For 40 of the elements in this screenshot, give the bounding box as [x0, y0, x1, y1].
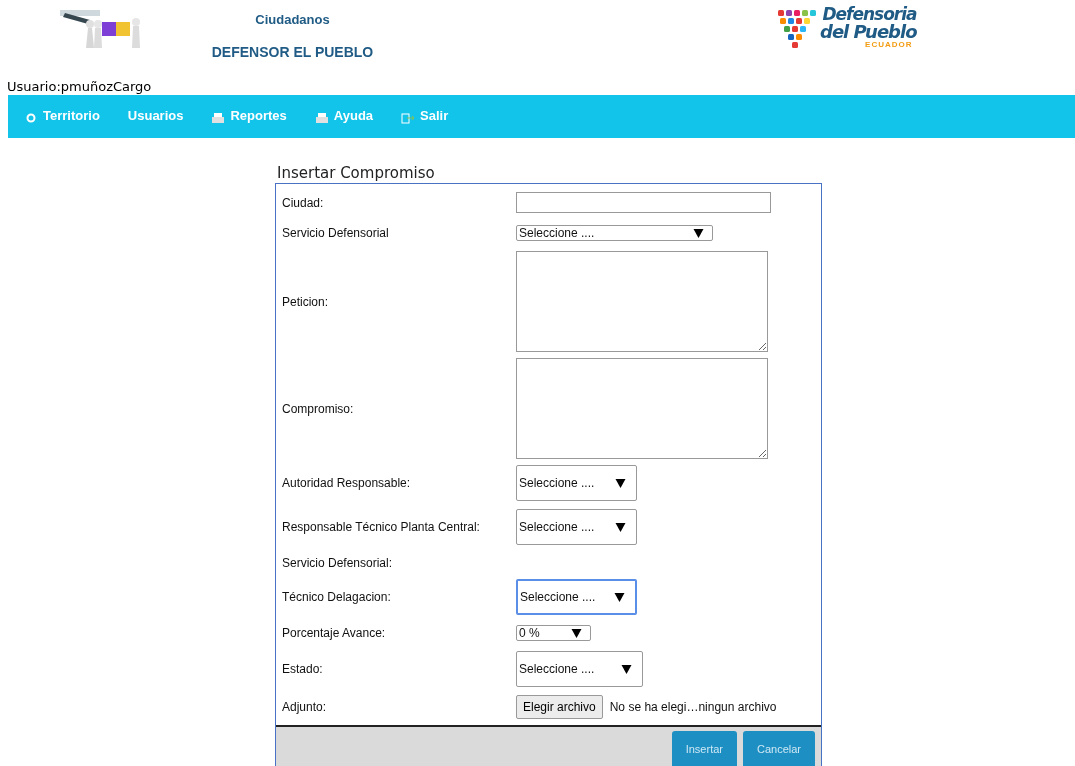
file-status: No se ha elegi…ningun archivo	[609, 700, 777, 714]
caret-icon	[693, 228, 704, 238]
printer-icon	[314, 111, 329, 124]
field-label: Peticion:	[282, 294, 330, 309]
dropdown[interactable]: Seleccione ....	[516, 509, 637, 545]
logo-icon	[778, 10, 818, 50]
field-label: Estado:	[282, 662, 324, 676]
field-label: Responsable Técnico Planta Central:	[282, 520, 481, 534]
site-title: Ciudadanos	[255, 12, 330, 27]
dropdown[interactable]: Seleccione ....	[516, 651, 643, 687]
field-label: Ciudad:	[282, 195, 325, 210]
caret-icon	[571, 628, 582, 638]
form-title: Insertar Compromiso	[277, 164, 436, 183]
exit-icon	[401, 111, 416, 124]
field-label: Servicio Defensorial	[282, 226, 390, 240]
logo-text: Defensoria	[822, 6, 917, 23]
caret-icon	[621, 664, 632, 674]
choose-file-button[interactable]: Elegir archivo	[516, 695, 603, 719]
gear-icon	[24, 111, 38, 124]
dropdown[interactable]: Seleccione ....	[516, 465, 637, 501]
dropdown[interactable]: Seleccione ....	[516, 579, 637, 615]
logo-text: del Pueblo	[820, 23, 917, 40]
text-area[interactable]	[516, 251, 768, 352]
text-field[interactable]	[516, 192, 771, 213]
field-label: Porcentaje Avance:	[282, 626, 387, 640]
field-label: Adjunto:	[282, 700, 328, 714]
dropdown[interactable]: Seleccione ....	[516, 225, 713, 241]
field-label: Técnico Delagacion:	[282, 590, 392, 604]
caret-icon	[615, 522, 626, 532]
caret-icon	[615, 478, 626, 488]
field-label: Servicio Defensorial:	[282, 556, 394, 570]
text-area[interactable]	[516, 358, 768, 459]
user-label: Usuario:pmuñozCargo	[7, 78, 153, 95]
caret-icon	[614, 592, 625, 602]
field-label: Autoridad Responsable:	[282, 476, 412, 490]
site-subtitle: DEFENSOR EL PUEBLO	[211, 44, 374, 60]
logo-country: ECUADOR	[865, 40, 913, 49]
field-label: Compromiso:	[282, 401, 355, 416]
dropdown[interactable]: 0 %	[516, 625, 591, 641]
printer-icon	[211, 111, 226, 124]
